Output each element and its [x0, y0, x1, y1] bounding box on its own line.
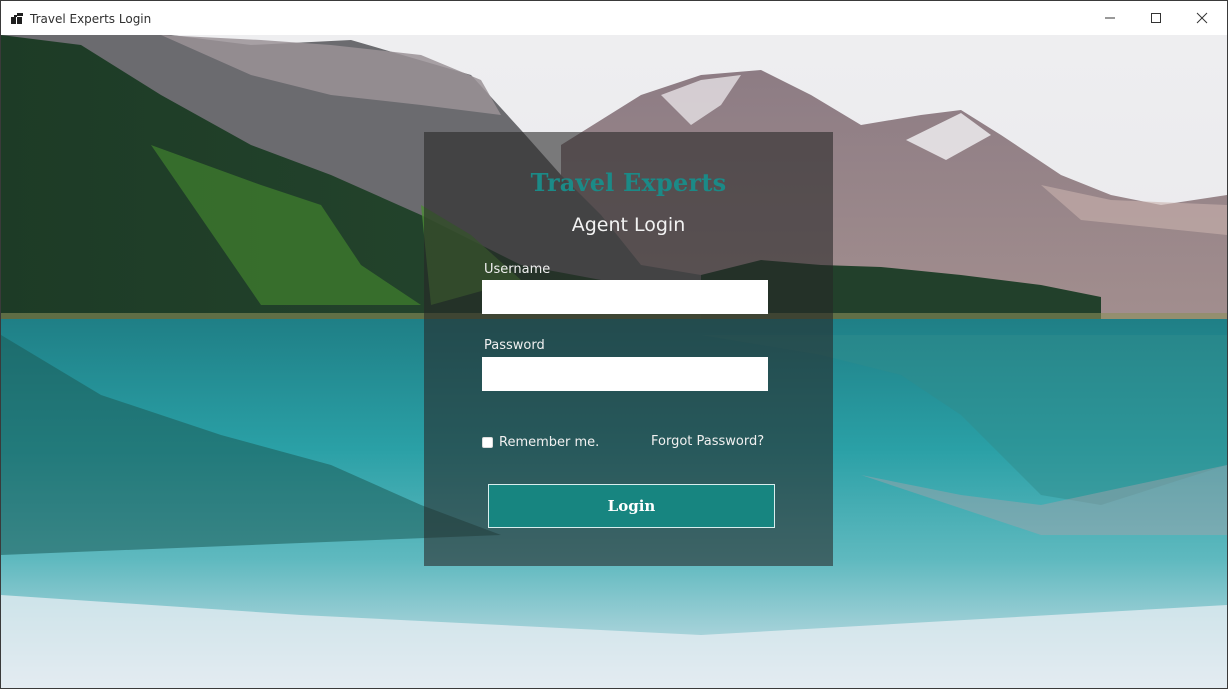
username-label: Username [484, 262, 551, 277]
login-window: Travel Experts Login Travel Experts Agen… [0, 0, 1228, 689]
remember-me-toggle[interactable]: Remember me. [482, 435, 599, 450]
window-title: Travel Experts Login [30, 12, 152, 26]
title-bar[interactable]: Travel Experts Login [1, 1, 1227, 35]
close-icon [1196, 12, 1208, 24]
forgot-password-link[interactable]: Forgot Password? [651, 434, 764, 449]
page-subtitle: Agent Login [571, 214, 686, 236]
close-button[interactable] [1179, 1, 1225, 35]
password-field[interactable] [482, 357, 768, 391]
minimize-button[interactable] [1087, 1, 1133, 35]
remember-me-checkbox[interactable] [482, 437, 493, 448]
password-label: Password [484, 338, 545, 353]
remember-me-label[interactable]: Remember me. [499, 435, 599, 450]
login-form-area: Travel Experts Agent Login Username Pass… [1, 35, 1227, 688]
maximize-icon [1151, 13, 1161, 23]
username-field[interactable] [482, 280, 768, 314]
maximize-button[interactable] [1133, 1, 1179, 35]
brand-title: Travel Experts [530, 168, 727, 197]
login-panel: Travel Experts Agent Login Username Pass… [424, 132, 833, 566]
app-icon [11, 13, 23, 24]
login-button[interactable]: Login [488, 484, 775, 528]
minimize-icon [1105, 17, 1115, 19]
